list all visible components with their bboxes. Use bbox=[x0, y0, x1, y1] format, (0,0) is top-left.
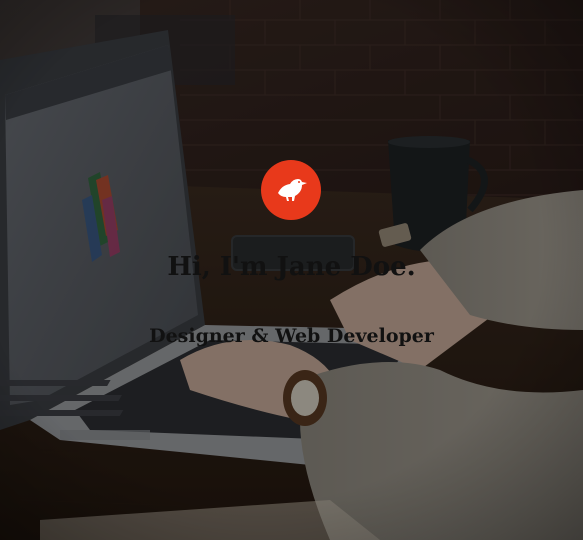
logo-badge[interactable] bbox=[261, 160, 321, 220]
bird-icon bbox=[278, 179, 307, 201]
hero-section: Hi, I'm Jane Doe. Designer & Web Develop… bbox=[0, 0, 583, 540]
hero-headline: Hi, I'm Jane Doe. bbox=[167, 252, 416, 282]
hero-subtitle: Designer & Web Developer bbox=[149, 325, 434, 347]
hero-content: Hi, I'm Jane Doe. Designer & Web Develop… bbox=[0, 0, 583, 540]
